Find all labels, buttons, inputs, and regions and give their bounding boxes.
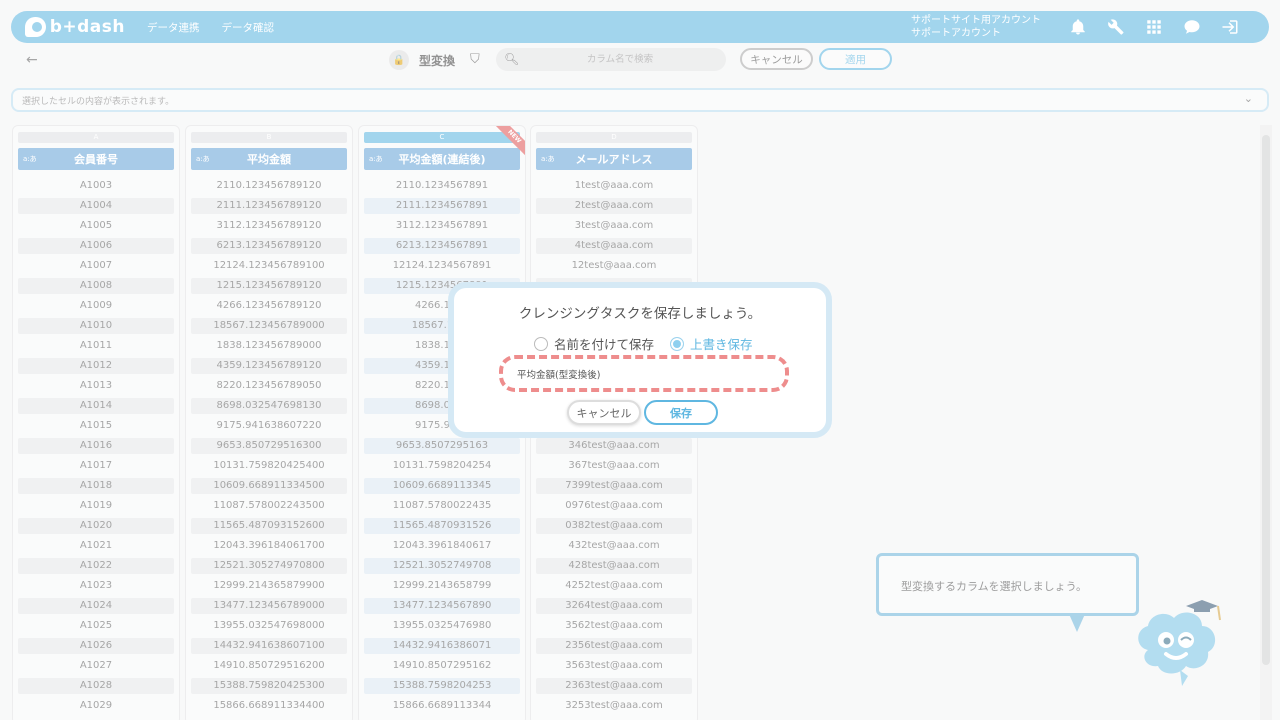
save-task-dialog: クレンジングタスクを保存しましょう。 名前を付けて保存 上書き保存 キャンセル … [448,282,832,438]
radio-save-as-new[interactable] [534,336,548,351]
task-name-field [499,355,789,392]
radio-overwrite[interactable] [670,336,685,351]
radio-label-overwrite[interactable]: 上書き保存 [690,334,753,353]
dialog-title: クレンジングタスクを保存しましょう。 [518,306,762,322]
radio-label-save-as-new[interactable]: 名前を付けて保存 [554,334,654,353]
task-name-input[interactable] [517,365,767,382]
save-mode-options: 名前を付けて保存 上書き保存 [534,334,769,353]
dialog-save-button[interactable]: 保存 [644,400,718,425]
dialog-cancel-button[interactable]: キャンセル [567,400,641,425]
